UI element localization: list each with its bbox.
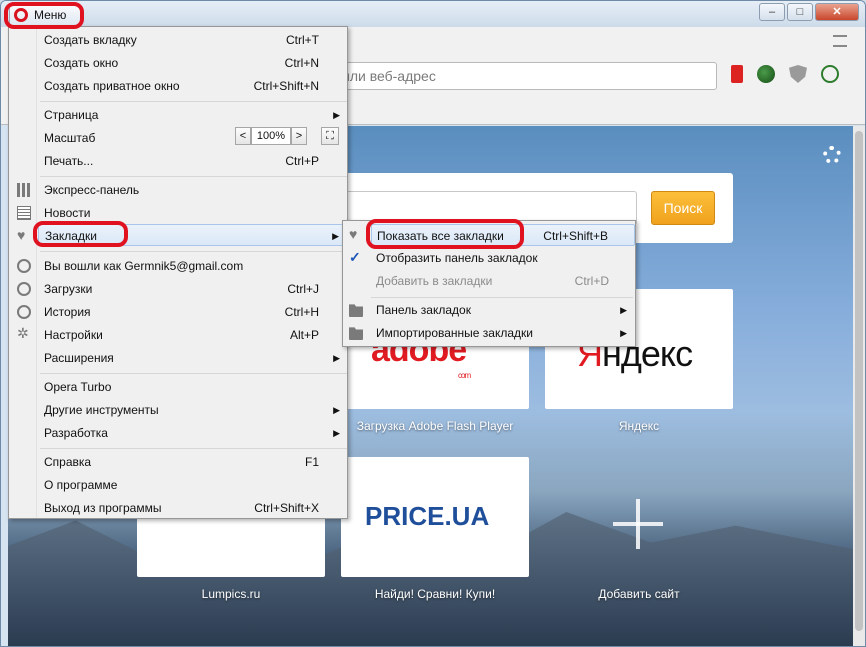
menu-item-settings[interactable]: Настройки Alt+P — [38, 324, 347, 346]
bookmark-icon[interactable] — [731, 65, 743, 83]
address-bar[interactable]: или веб-адрес — [301, 62, 717, 90]
clock-icon — [17, 305, 31, 319]
tile-caption: Добавить сайт — [598, 587, 680, 601]
menu-item-other-tools[interactable]: Другие инструменты ▶ — [38, 399, 347, 421]
chevron-right-icon: ▶ — [332, 231, 339, 241]
folder-icon — [349, 304, 363, 317]
tab-menu-icon[interactable] — [833, 35, 847, 47]
tile-caption: Яндекс — [618, 419, 660, 433]
menu-item-print[interactable]: Печать... Ctrl+P — [38, 150, 347, 172]
gear-icon: ✲ — [17, 325, 29, 341]
zoom-in-button[interactable]: > — [291, 127, 307, 145]
shield-icon[interactable] — [789, 65, 807, 83]
toolbar-icons — [731, 65, 839, 83]
title-bar: Меню – □ ✕ — [1, 1, 865, 27]
menu-item-new-tab[interactable]: Создать вкладку Ctrl+T — [38, 29, 347, 51]
menu-item-new-window[interactable]: Создать окно Ctrl+N — [38, 52, 347, 74]
window-controls: – □ ✕ — [759, 3, 859, 21]
zoom-out-button[interactable]: < — [235, 127, 251, 145]
chevron-right-icon: ▶ — [620, 305, 627, 315]
download-icon — [17, 282, 31, 296]
menu-item-signed-in[interactable]: Вы вошли как Germnik5@gmail.com — [38, 255, 347, 277]
menu-separator — [40, 448, 347, 449]
download-icon[interactable] — [821, 65, 839, 83]
submenu-separator — [371, 297, 633, 298]
scrollbar-thumb[interactable] — [855, 131, 863, 631]
menu-separator — [40, 373, 347, 374]
menu-item-history[interactable]: История Ctrl+H — [38, 301, 347, 323]
heart-icon: ♥ — [17, 227, 26, 243]
chevron-right-icon: ▶ — [620, 328, 627, 338]
add-site-plus-icon[interactable] — [613, 499, 663, 549]
search-button[interactable]: Поиск — [651, 191, 715, 225]
chevron-right-icon: ▶ — [333, 428, 340, 438]
menu-item-help[interactable]: Справка F1 — [38, 451, 347, 473]
menu-item-exit[interactable]: Выход из программы Ctrl+Shift+X — [38, 497, 347, 519]
speed-dial-settings-gear-icon[interactable] — [823, 146, 841, 164]
opera-main-menu: Создать вкладку Ctrl+T Создать окно Ctrl+N… — [8, 26, 348, 519]
zoom-value: 100% — [251, 127, 291, 145]
speed-dial-tile-priceua[interactable]: PRICE.UA — [341, 457, 529, 577]
chevron-right-icon: ▶ — [333, 353, 340, 363]
fullscreen-button[interactable]: ⛶ — [321, 127, 339, 145]
menu-item-speed-dial[interactable]: Экспресс-панель — [38, 179, 347, 201]
annotation-highlight — [33, 221, 128, 247]
annotation-highlight — [366, 219, 524, 249]
browser-window: Меню – □ ✕ или веб-адрес нтернете Поиск … — [0, 0, 866, 647]
submenu-item-bookmarks-bar[interactable]: Панель закладок ▶ — [371, 299, 635, 321]
menu-item-opera-turbo[interactable]: Opera Turbo — [38, 376, 347, 398]
priceua-logo: PRICE.UA — [365, 501, 490, 531]
menu-item-page[interactable]: Страница ▶ — [38, 104, 347, 126]
check-icon: ✓ — [349, 249, 361, 265]
heart-icon: ♥ — [349, 226, 358, 242]
menu-item-about[interactable]: О программе — [38, 474, 347, 496]
submenu-item-show-bookmarks-bar[interactable]: Отобразить панель закладок — [371, 247, 635, 269]
menu-separator — [40, 251, 347, 252]
submenu-item-add-bookmark[interactable]: Добавить в закладки Ctrl+D — [371, 270, 635, 292]
speed-dial-icon — [17, 183, 31, 197]
folder-icon — [349, 327, 363, 340]
tile-caption: Lumpics.ru — [201, 587, 261, 601]
annotation-highlight — [4, 2, 84, 29]
news-icon — [17, 206, 31, 220]
close-button[interactable]: ✕ — [815, 3, 859, 21]
menu-item-downloads[interactable]: Загрузки Ctrl+J — [38, 278, 347, 300]
menu-separator — [40, 176, 347, 177]
minimize-button[interactable]: – — [759, 3, 785, 21]
menu-item-developer[interactable]: Разработка ▶ — [38, 422, 347, 444]
user-icon — [17, 259, 31, 273]
submenu-item-imported-bookmarks[interactable]: Импортированные закладки ▶ — [371, 322, 635, 344]
globe-icon[interactable] — [757, 65, 775, 83]
zoom-control: < 100% > ⛶ — [235, 127, 339, 145]
chevron-right-icon: ▶ — [333, 110, 340, 120]
maximize-button[interactable]: □ — [787, 3, 813, 21]
tile-caption: Найди! Сравни! Купи! — [374, 587, 496, 601]
menu-item-new-private-window[interactable]: Создать приватное окно Ctrl+Shift+N — [38, 75, 347, 97]
tile-caption: Загрузка Adobe Flash Player — [356, 419, 514, 433]
menu-separator — [40, 101, 347, 102]
menu-item-extensions[interactable]: Расширения ▶ — [38, 347, 347, 369]
chevron-right-icon: ▶ — [333, 405, 340, 415]
